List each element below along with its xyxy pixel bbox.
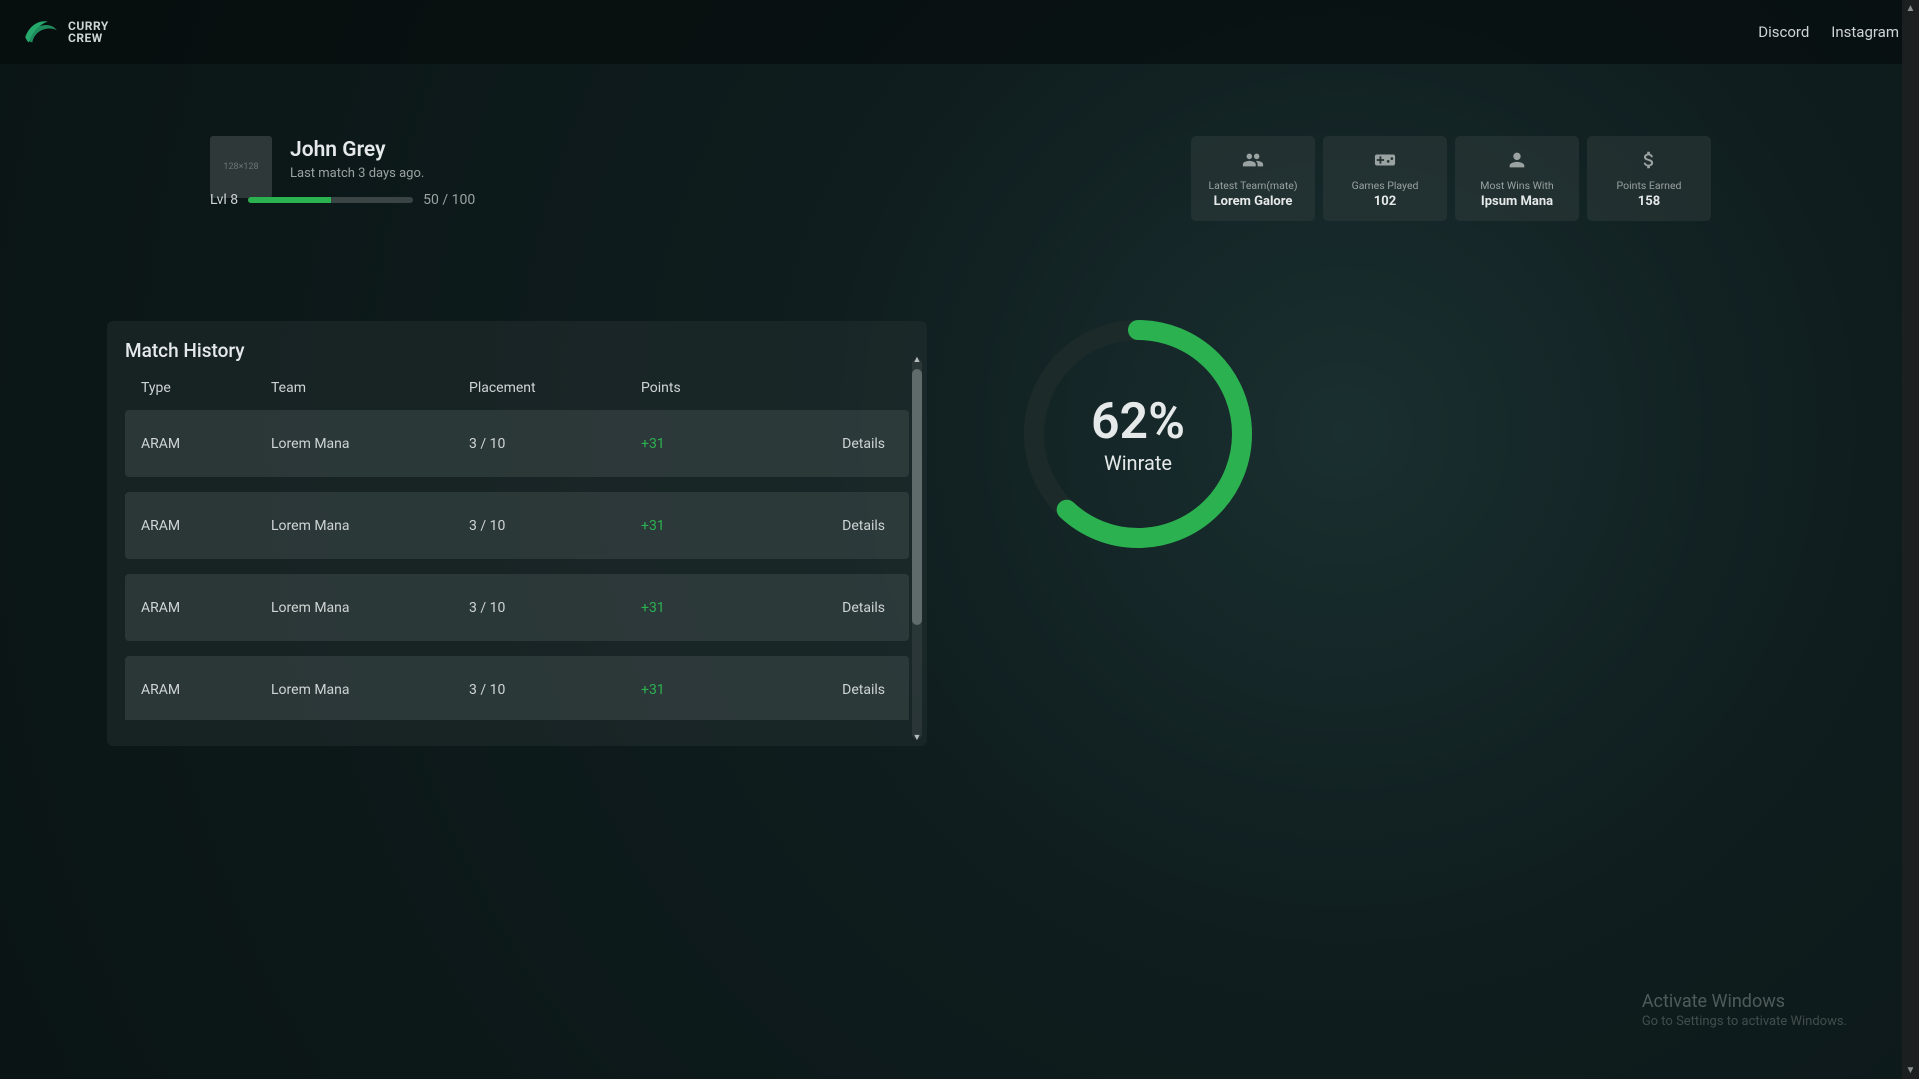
xp-text: 50 / 100	[423, 192, 475, 208]
dollar-icon	[1638, 149, 1660, 175]
nav-links: Discord Instagram	[1758, 23, 1899, 41]
row-points: +31	[641, 436, 801, 452]
match-history-panel: Match History Type Team Placement Points…	[107, 321, 927, 746]
watermark-line2: Go to Settings to activate Windows.	[1642, 1014, 1847, 1029]
winrate-label: Winrate	[1104, 451, 1172, 475]
watermark-line1: Activate Windows	[1642, 991, 1847, 1012]
xp-bar	[248, 197, 413, 203]
windows-watermark: Activate Windows Go to Settings to activ…	[1642, 991, 1847, 1029]
row-points: +31	[641, 518, 801, 534]
row-points: +31	[641, 600, 801, 616]
row-team: Lorem Mana	[271, 518, 469, 534]
level-row: Lvl 8 50 / 100	[210, 192, 475, 208]
history-row: ARAMLorem Mana3 / 10+31Details	[125, 656, 909, 720]
match-history-title: Match History	[107, 339, 927, 362]
stat-card-2: Most Wins With Ipsum Mana	[1455, 136, 1579, 221]
row-team: Lorem Mana	[271, 600, 469, 616]
stat-cards: Latest Team(mate) Lorem Galore Games Playe…	[1191, 136, 1711, 221]
scroll-thumb[interactable]	[912, 369, 922, 625]
scroll-up-icon[interactable]: ▲	[912, 355, 922, 365]
stat-value: Ipsum Mana	[1481, 194, 1553, 209]
scroll-down-icon[interactable]: ▼	[912, 733, 922, 743]
history-header: Type Team Placement Points	[107, 362, 927, 410]
row-placement: 3 / 10	[469, 682, 641, 698]
row-placement: 3 / 10	[469, 518, 641, 534]
winrate-chart: 62% Winrate	[1021, 317, 1255, 551]
topbar: CURRY CREW Discord Instagram	[0, 0, 1919, 64]
row-details-button[interactable]: Details	[801, 518, 909, 534]
nav-discord[interactable]: Discord	[1758, 23, 1809, 41]
header-team: Team	[271, 380, 469, 396]
row-team: Lorem Mana	[271, 682, 469, 698]
row-team: Lorem Mana	[271, 436, 469, 452]
row-details-button[interactable]: Details	[801, 682, 909, 698]
person-icon	[1506, 149, 1528, 175]
browser-scroll-up-icon[interactable]: ▲	[1902, 0, 1919, 17]
stat-value: 158	[1638, 194, 1660, 209]
level-label: Lvl 8	[210, 192, 238, 208]
history-row: ARAMLorem Mana3 / 10+31Details	[125, 410, 909, 477]
stat-value: Lorem Galore	[1214, 194, 1293, 209]
stat-label: Most Wins With	[1480, 179, 1553, 192]
stat-card-1: Games Played 102	[1323, 136, 1447, 221]
row-type: ARAM	[141, 600, 271, 616]
history-rows[interactable]: ARAMLorem Mana3 / 10+31DetailsARAMLorem …	[107, 410, 927, 720]
stat-card-3: Points Earned 158	[1587, 136, 1711, 221]
row-details-button[interactable]: Details	[801, 436, 909, 452]
stat-label: Latest Team(mate)	[1208, 179, 1297, 192]
avatar[interactable]: 128×128	[210, 136, 272, 198]
history-row: ARAMLorem Mana3 / 10+31Details	[125, 574, 909, 641]
logo-icon	[20, 11, 62, 53]
xp-fill	[248, 197, 331, 203]
browser-scroll-down-icon[interactable]: ▼	[1902, 1062, 1919, 1079]
nav-instagram[interactable]: Instagram	[1831, 23, 1899, 41]
people-icon	[1242, 149, 1264, 175]
winrate-percent: 62%	[1091, 393, 1185, 451]
row-details-button[interactable]: Details	[801, 600, 909, 616]
header-points: Points	[641, 380, 909, 396]
history-scrollbar[interactable]: ▲ ▼	[912, 359, 922, 739]
header-type: Type	[141, 380, 271, 396]
logo-text-line2: CREW	[68, 32, 109, 44]
stat-value: 102	[1374, 194, 1396, 209]
row-placement: 3 / 10	[469, 436, 641, 452]
stat-label: Games Played	[1352, 179, 1419, 192]
header-placement: Placement	[469, 380, 641, 396]
main-content: Match History Type Team Placement Points…	[0, 221, 1919, 746]
browser-scrollbar[interactable]: ▲ ▼	[1902, 0, 1919, 1079]
profile-info: 128×128 John Grey Last match 3 days ago.	[210, 136, 424, 198]
row-points: +31	[641, 682, 801, 698]
gamepad-icon	[1374, 149, 1396, 175]
player-name: John Grey	[290, 138, 424, 162]
logo[interactable]: CURRY CREW	[20, 11, 109, 53]
row-placement: 3 / 10	[469, 600, 641, 616]
row-type: ARAM	[141, 518, 271, 534]
row-type: ARAM	[141, 682, 271, 698]
stat-card-0: Latest Team(mate) Lorem Galore	[1191, 136, 1315, 221]
stat-label: Points Earned	[1617, 179, 1682, 192]
row-type: ARAM	[141, 436, 271, 452]
history-row: ARAMLorem Mana3 / 10+31Details	[125, 492, 909, 559]
last-match-text: Last match 3 days ago.	[290, 166, 424, 181]
